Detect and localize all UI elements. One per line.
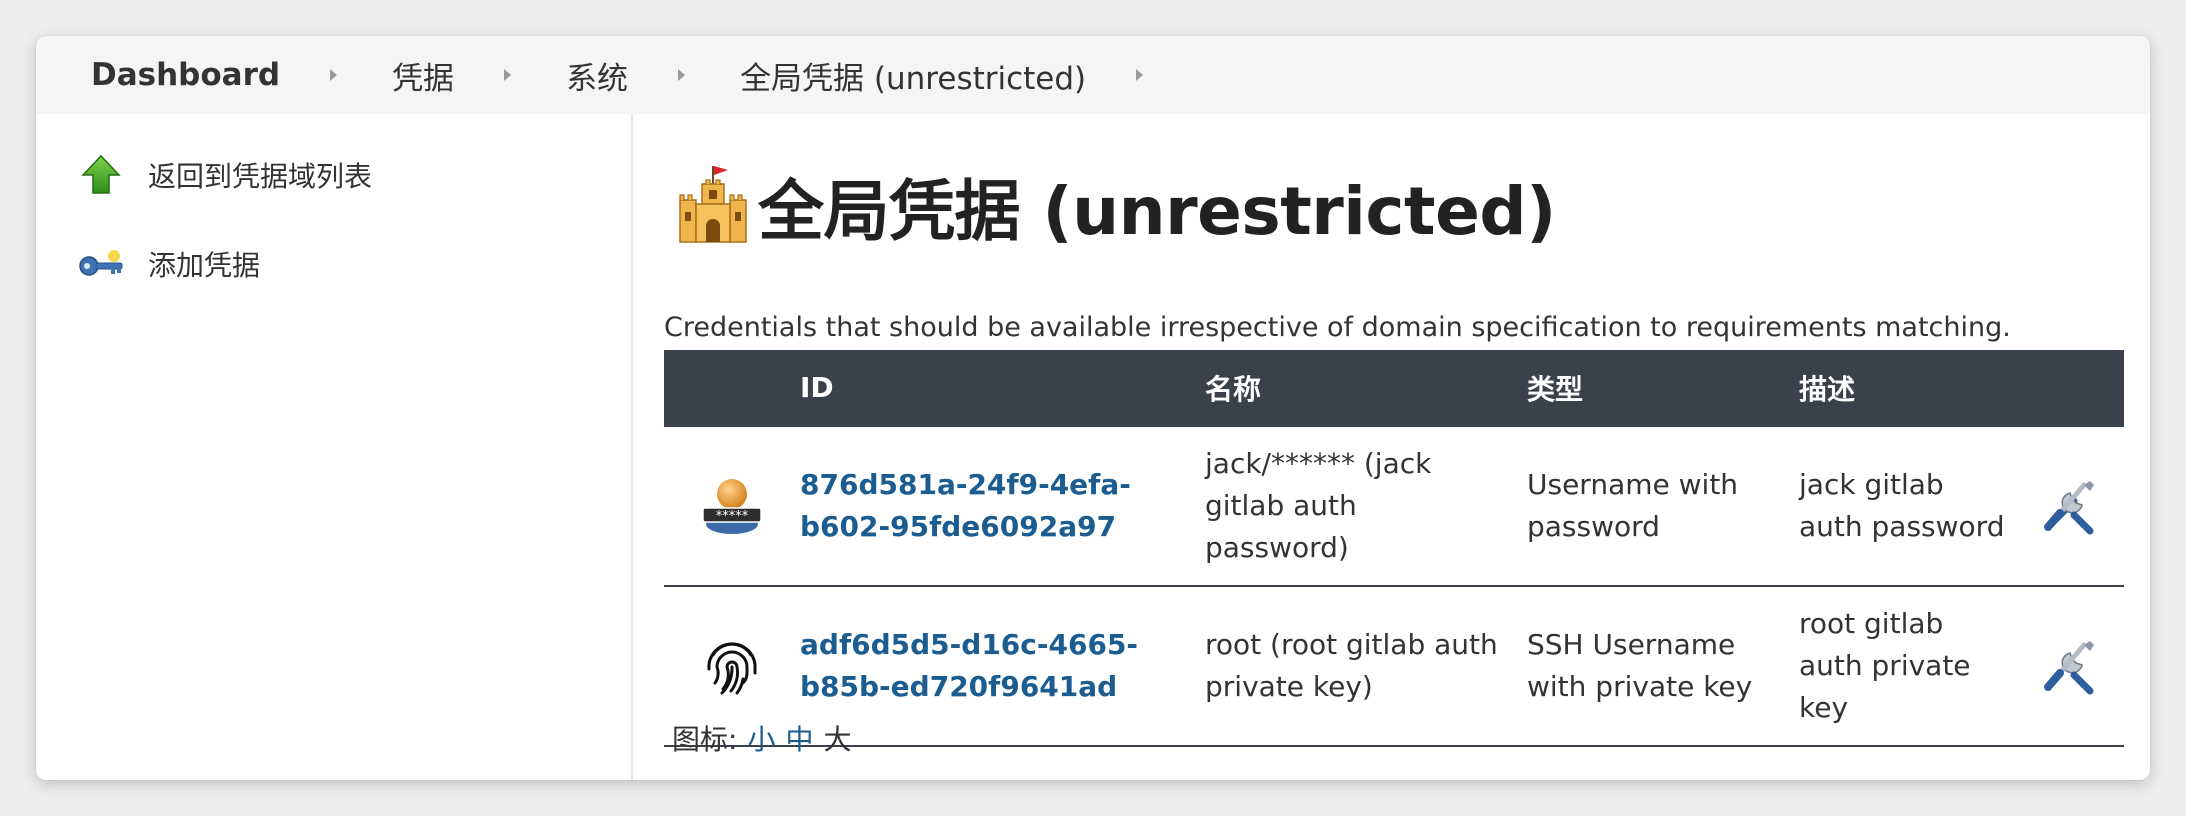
breadcrumb-label[interactable]: 全局凭据 (unrestricted) (740, 53, 1086, 98)
sidebar-item-label: 添加凭据 (148, 249, 261, 282)
sidebar-item-add-credentials[interactable]: 添加凭据 (76, 239, 260, 289)
page-title: 全局凭据 (unrestricted) (758, 173, 1556, 250)
page-description: Credentials that should be available irr… (664, 312, 2011, 343)
icon-size-medium-link[interactable]: 中 (785, 718, 813, 758)
column-header-actions (2014, 350, 2124, 426)
page-heading: 全局凭据 (unrestricted) (674, 158, 1556, 254)
main-panel: 全局凭据 (unrestricted) Credentials that sho… (664, 114, 2124, 780)
breadcrumb-item-credentials[interactable]: 凭据 (392, 53, 566, 98)
icon-size-label: 图标: (672, 723, 738, 756)
breadcrumb-label[interactable]: 凭据 (392, 53, 454, 98)
table-header-row: ID 名称 类型 描述 (664, 350, 2124, 426)
fingerprint-icon (664, 635, 800, 697)
breadcrumb-item-dashboard[interactable]: Dashboard (91, 57, 392, 93)
breadcrumb-chevron-icon[interactable] (330, 69, 338, 81)
svg-text:*****: ***** (716, 509, 749, 524)
breadcrumb-label[interactable]: Dashboard (91, 57, 280, 93)
table-row: ***** 876d581a-24f9-4efa- b602-95fde6092… (664, 426, 2124, 586)
breadcrumb-item-global[interactable]: 全局凭据 (unrestricted) (740, 53, 1198, 98)
breadcrumb-label[interactable]: 系统 (566, 53, 628, 98)
icon-size-small-link[interactable]: 小 (747, 718, 775, 758)
key-icon (76, 239, 126, 289)
credential-name: jack/****** (jack gitlab auth password) (1205, 447, 1432, 564)
castle-icon (674, 162, 752, 250)
user-password-icon: ***** (664, 474, 800, 538)
table-row: adf6d5d5-d16c-4665- b85b-ed720f9641ad ro… (664, 586, 2124, 746)
column-header-icon (664, 350, 800, 426)
credential-description: root gitlab auth private key (1799, 607, 1971, 724)
icon-size-large-current: 大 (823, 723, 852, 756)
side-panel: 返回到凭据域列表 添加凭据 (36, 114, 633, 780)
credential-type: SSH Username with private key (1527, 628, 1753, 703)
credential-id-link[interactable]: 876d581a-24f9-4efa- b602-95fde6092a97 (800, 464, 1205, 548)
up-arrow-icon (76, 150, 126, 200)
credentials-table: ID 名称 类型 描述 ***** 876d581a-24f9-4efa- b6… (664, 350, 2124, 747)
column-header-type[interactable]: 类型 (1527, 350, 1799, 426)
breadcrumb-chevron-icon[interactable] (678, 69, 686, 81)
jenkins-window: Dashboard 凭据 系统 全局凭据 (unrestricted) 返回到凭… (36, 36, 2150, 780)
icon-size-selector: 图标: 小 中 大 (672, 718, 851, 758)
column-header-name[interactable]: 名称 (1205, 350, 1527, 426)
breadcrumb-chevron-icon[interactable] (1136, 69, 1144, 81)
sidebar-item-back-to-domains[interactable]: 返回到凭据域列表 (76, 150, 372, 200)
breadcrumb-item-system[interactable]: 系统 (566, 53, 740, 98)
column-header-description[interactable]: 描述 (1799, 350, 2014, 426)
column-header-id[interactable]: ID (800, 350, 1205, 426)
credential-id-link[interactable]: adf6d5d5-d16c-4665- b85b-ed720f9641ad (800, 624, 1205, 708)
credential-description: jack gitlab auth password (1799, 468, 2005, 543)
credential-type: Username with password (1527, 468, 1739, 543)
wrench-screwdriver-icon[interactable] (2014, 477, 2124, 535)
breadcrumb: Dashboard 凭据 系统 全局凭据 (unrestricted) (36, 36, 2150, 114)
content-area: 返回到凭据域列表 添加凭据 全局凭据 (unrestricted) Creden… (36, 114, 2150, 780)
sidebar-item-label: 返回到凭据域列表 (148, 160, 373, 193)
breadcrumb-chevron-icon[interactable] (504, 69, 512, 81)
credential-name: root (root gitlab auth private key) (1205, 628, 1498, 703)
wrench-screwdriver-icon[interactable] (2014, 637, 2124, 695)
